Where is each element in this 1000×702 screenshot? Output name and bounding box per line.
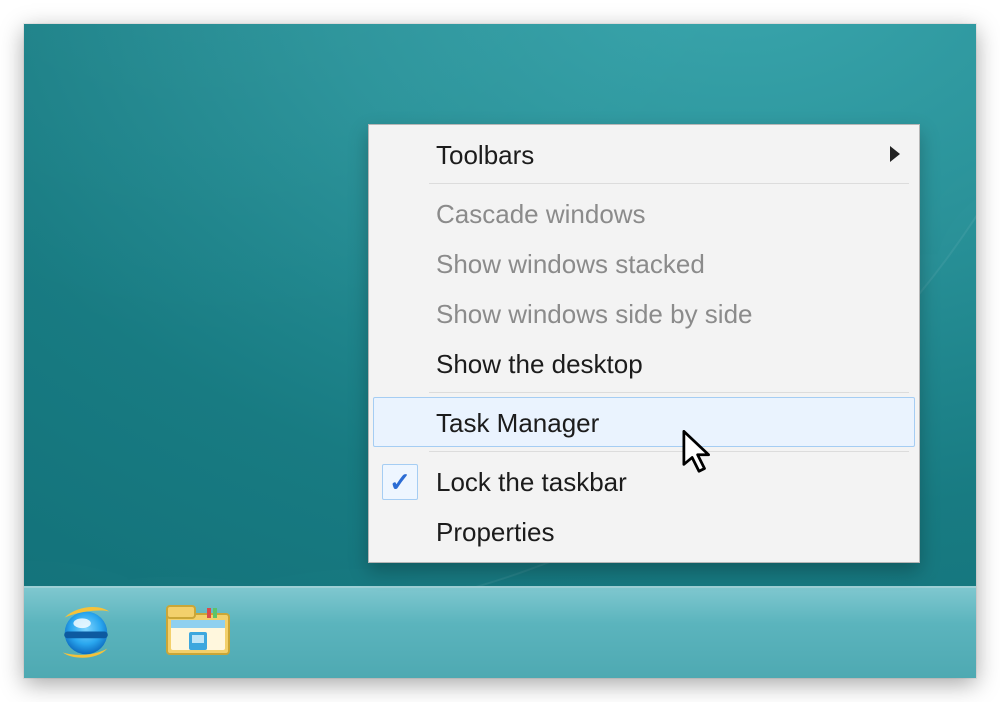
menu-separator: [429, 392, 909, 393]
menu-item-label: Toolbars: [436, 140, 534, 170]
menu-item-label: Show windows stacked: [436, 249, 705, 279]
menu-item-locktaskbar[interactable]: Lock the taskbar ✓: [373, 456, 915, 506]
menu-item-label: Cascade windows: [436, 199, 646, 229]
menu-item-label: Show the desktop: [436, 349, 643, 379]
file-explorer-icon: [163, 602, 233, 665]
menu-item-stacked: Show windows stacked: [373, 238, 915, 288]
taskbar[interactable]: [24, 586, 976, 678]
screenshot-frame: Toolbars Cascade windows Show windows stac…: [24, 24, 976, 678]
taskbar-context-menu: Toolbars Cascade windows Show windows stac…: [368, 124, 920, 563]
taskbar-app-ie[interactable]: [50, 600, 122, 666]
checkmark-icon: ✓: [382, 464, 418, 500]
submenu-arrow-icon: [890, 146, 900, 162]
menu-item-label: Lock the taskbar: [436, 467, 627, 497]
menu-item-sidebyside: Show windows side by side: [373, 288, 915, 338]
menu-item-label: Show windows side by side: [436, 299, 753, 329]
menu-item-properties[interactable]: Properties: [373, 506, 915, 556]
taskbar-app-explorer[interactable]: [162, 600, 234, 666]
internet-explorer-icon: [55, 600, 117, 667]
menu-separator: [429, 183, 909, 184]
menu-item-taskmanager[interactable]: Task Manager: [373, 397, 915, 447]
menu-item-label: Task Manager: [436, 408, 599, 438]
menu-item-showdesktop[interactable]: Show the desktop: [373, 338, 915, 388]
desktop-wallpaper: Toolbars Cascade windows Show windows stac…: [24, 24, 976, 678]
menu-separator: [429, 451, 909, 452]
menu-item-toolbars[interactable]: Toolbars: [373, 129, 915, 179]
menu-item-label: Properties: [436, 517, 555, 547]
menu-item-cascade: Cascade windows: [373, 188, 915, 238]
